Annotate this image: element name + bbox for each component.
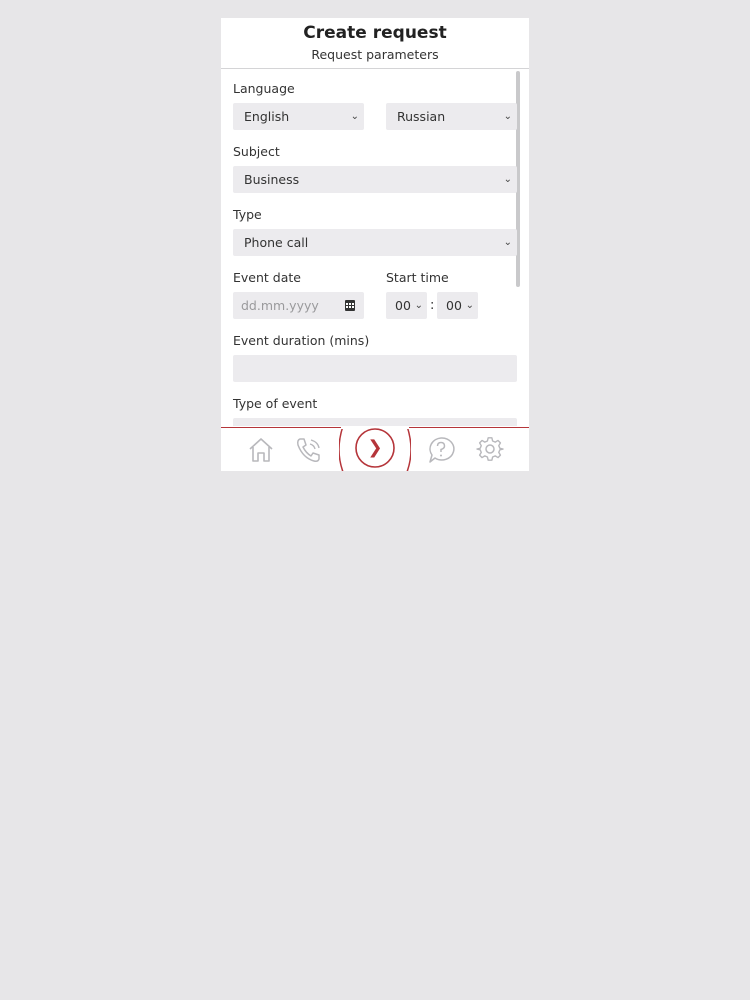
language-to-value: Russian (397, 109, 446, 124)
subject-select[interactable]: Business ⌄ (233, 166, 517, 193)
language-to-select[interactable]: Russian ⌄ (386, 103, 517, 130)
type-of-event-select[interactable] (233, 418, 517, 426)
start-minute-value: 00 (446, 298, 462, 313)
event-date-label: Event date (233, 270, 301, 285)
chevron-down-icon: ⌄ (414, 300, 423, 311)
chevron-down-icon: ⌄ (503, 237, 512, 248)
language-label: Language (233, 81, 295, 96)
page-title: Create request (303, 23, 447, 43)
chevron-down-icon: ⌄ (503, 174, 512, 185)
language-from-select[interactable]: English ⌄ (233, 103, 364, 130)
home-icon[interactable] (247, 436, 275, 464)
language-from-value: English (244, 109, 290, 124)
start-minute-select[interactable]: 00 ⌄ (437, 292, 478, 319)
chevron-down-icon: ⌄ (503, 111, 512, 122)
page-header: Create request Request parameters (221, 18, 529, 69)
subject-label: Subject (233, 144, 280, 159)
subject-value: Business (244, 172, 300, 187)
help-chat-icon[interactable] (427, 436, 455, 464)
type-of-event-label: Type of event (233, 396, 318, 411)
form-content[interactable]: Language English ⌄ Russian ⌄ Subject Bus… (221, 69, 521, 426)
page-subtitle: Request parameters (311, 47, 439, 62)
app-window: Create request Request parameters Langua… (221, 18, 529, 471)
duration-input[interactable] (233, 355, 517, 382)
next-arrow-icon[interactable]: ❯ (354, 434, 396, 462)
duration-label: Event duration (mins) (233, 333, 370, 348)
start-hour-select[interactable]: 00 ⌄ (386, 292, 427, 319)
type-label: Type (233, 207, 262, 222)
chevron-down-icon: ⌄ (350, 111, 359, 122)
time-separator: : (430, 298, 435, 313)
start-time-label: Start time (386, 270, 449, 285)
bottom-navbar: ❯ (221, 426, 529, 471)
type-select[interactable]: Phone call ⌄ (233, 229, 517, 256)
chevron-down-icon: ⌄ (465, 300, 474, 311)
start-hour-value: 00 (395, 298, 411, 313)
event-date-placeholder: dd.mm.yyyy (241, 298, 319, 313)
phone-call-icon[interactable] (294, 436, 324, 464)
type-value: Phone call (244, 235, 309, 250)
event-date-input[interactable]: dd.mm.yyyy (233, 292, 364, 319)
settings-gear-icon[interactable] (476, 436, 504, 464)
calendar-icon[interactable] (345, 300, 355, 311)
